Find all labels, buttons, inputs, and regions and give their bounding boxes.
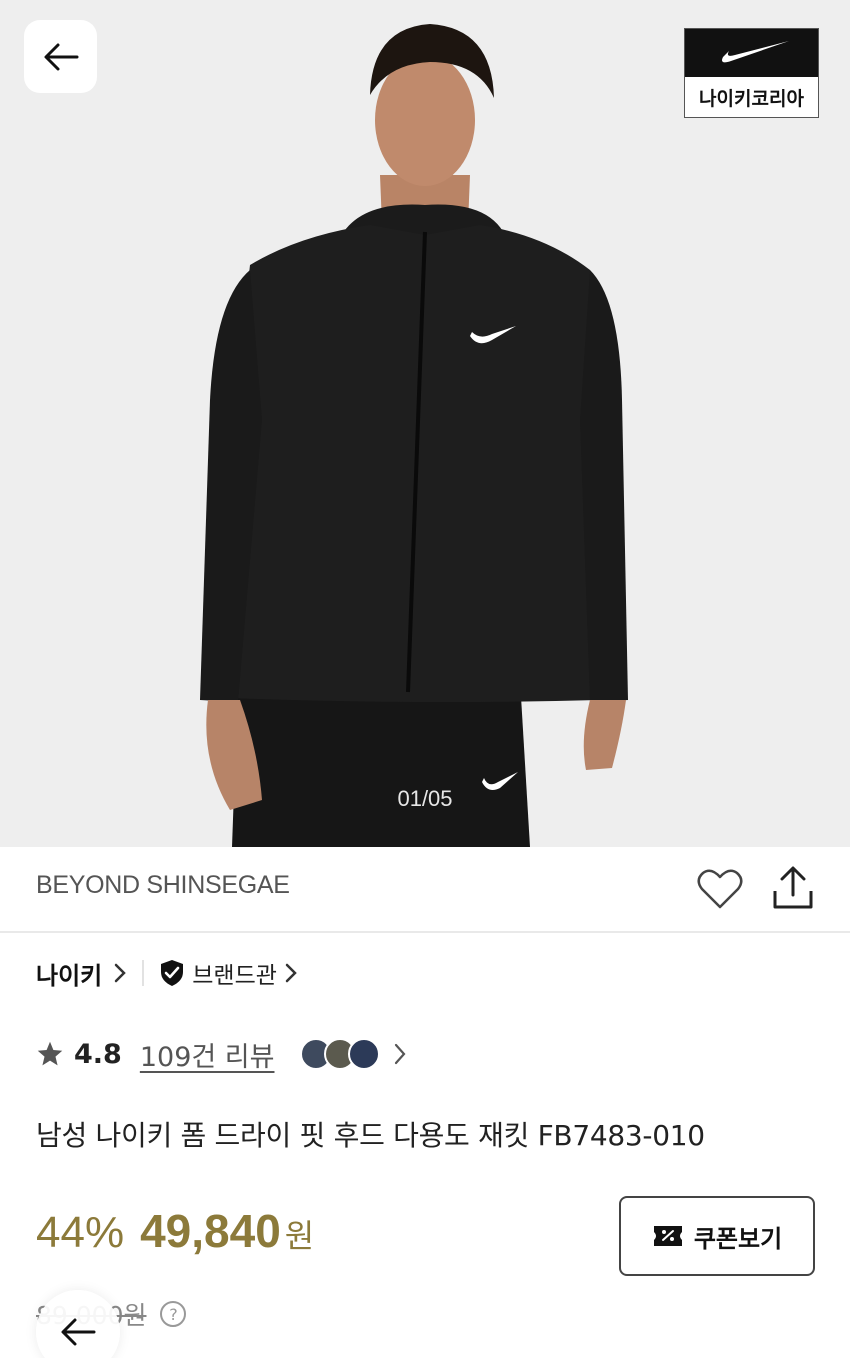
coupon-icon	[653, 1226, 682, 1246]
coupon-button[interactable]: 쿠폰보기	[619, 1196, 815, 1276]
arrow-left-icon	[44, 43, 78, 70]
image-counter: 01/05	[397, 786, 453, 811]
sale-price: 49,840	[140, 1205, 281, 1257]
price-row: 44% 49,840 원	[36, 1204, 314, 1268]
arrow-left-icon	[61, 1318, 96, 1346]
star-icon	[37, 1041, 63, 1066]
chevron-right-icon	[285, 963, 297, 983]
brand-shop-link[interactable]: 브랜드관	[160, 956, 297, 990]
currency: 원	[284, 1217, 315, 1255]
share-icon	[773, 866, 813, 909]
heart-icon	[697, 869, 743, 909]
shield-check-icon	[160, 959, 184, 987]
wishlist-button[interactable]	[696, 867, 744, 911]
review-count-link[interactable]: 109건 리뷰	[140, 1035, 275, 1074]
help-icon[interactable]: ?	[160, 1301, 187, 1327]
back-button[interactable]	[24, 20, 97, 93]
divider	[142, 960, 145, 986]
discount-rate: 44%	[36, 1208, 125, 1257]
product-photo	[0, 0, 850, 847]
brand-badge: 나이키코리아	[684, 28, 819, 118]
chevron-right-icon	[114, 963, 127, 983]
product-title: 남성 나이키 폼 드라이 핏 후드 다용도 재킷 FB7483-010	[36, 1119, 705, 1152]
review-thumbnails[interactable]	[300, 1038, 381, 1070]
brand-shop-label: 브랜드관	[192, 963, 277, 989]
rating-value: 4.8	[74, 1038, 122, 1070]
chevron-right-icon[interactable]	[394, 1043, 406, 1065]
share-button[interactable]	[770, 865, 816, 913]
coupon-button-label: 쿠폰보기	[693, 1224, 783, 1253]
rating-row: 4.8 109건 리뷰	[36, 1034, 422, 1074]
nike-logo-icon	[721, 41, 789, 63]
brand-row: 나이키 브랜드관	[36, 956, 297, 990]
store-row: BEYOND SHINSEGAE	[0, 847, 850, 933]
review-thumbnail	[348, 1038, 381, 1070]
badge-label: 나이키코리아	[699, 87, 804, 110]
product-image-carousel[interactable]: 나이키코리아 01/05	[0, 0, 850, 847]
store-name: BEYOND SHINSEGAE	[36, 871, 290, 899]
brand-link[interactable]: 나이키	[36, 956, 102, 991]
